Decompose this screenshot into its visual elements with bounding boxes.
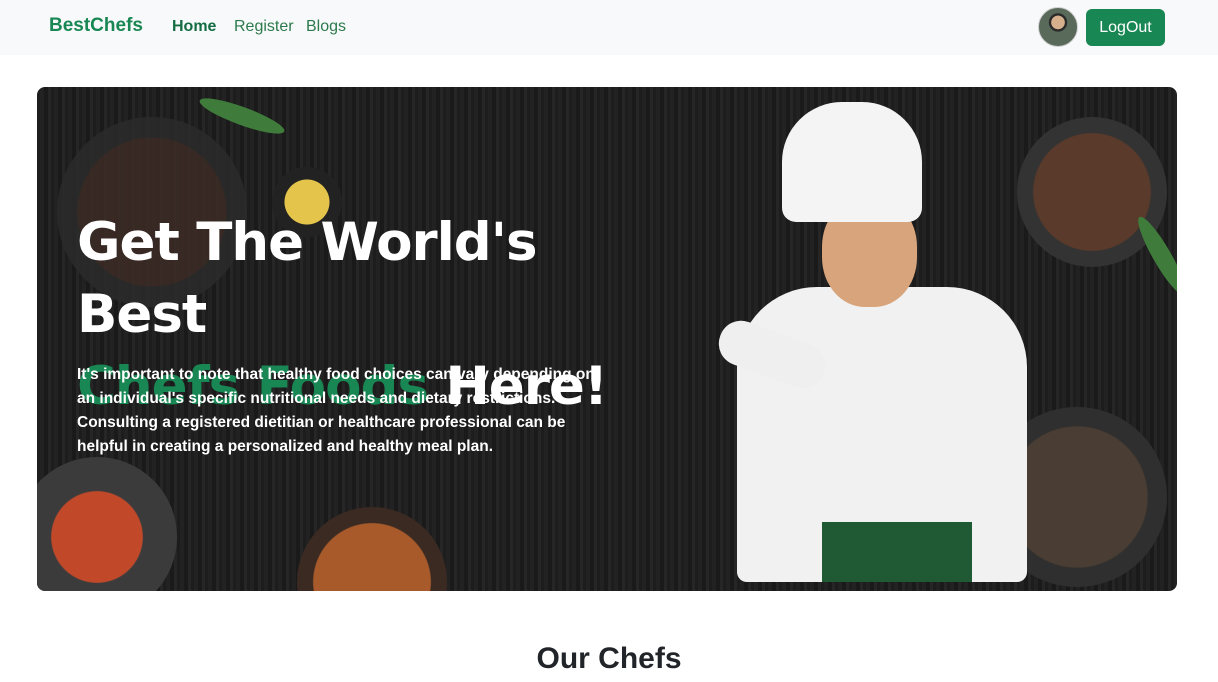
food-plate-image (297, 507, 447, 591)
nav-link-register[interactable]: Register (234, 18, 294, 36)
hero-banner: Get The World's Best Chefs Foods Here! I… (37, 87, 1177, 591)
hero-description: It's important to note that healthy food… (77, 366, 595, 455)
chef-image (712, 102, 1027, 582)
logout-button[interactable]: LogOut (1086, 9, 1165, 46)
leaf-decoration (196, 92, 288, 140)
user-avatar[interactable] (1038, 7, 1078, 47)
nav-link-home[interactable]: Home (172, 18, 216, 36)
food-plate-image (37, 457, 177, 591)
hero-title-line1: Get The World's Best (77, 212, 538, 345)
brand-logo[interactable]: BestChefs (49, 15, 143, 37)
food-plate-image (1017, 117, 1167, 267)
navbar: BestChefs Home Register Blogs LogOut (0, 0, 1218, 55)
section-title-our-chefs: Our Chefs (536, 642, 682, 675)
nav-link-blogs[interactable]: Blogs (306, 18, 346, 36)
